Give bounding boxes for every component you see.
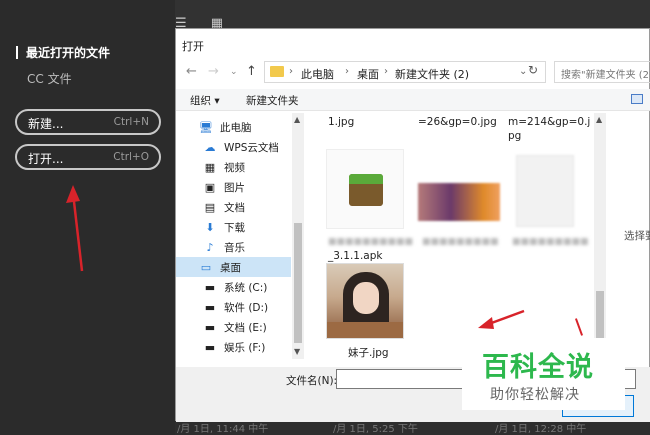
nav-item-desktop[interactable]: ▭ 桌面	[176, 257, 291, 277]
address-bar[interactable]: › 此电脑 › 桌面 › 新建文件夹 (2) ⌄	[264, 61, 546, 83]
document-file-thumbnail[interactable]	[516, 155, 574, 227]
blurred-file-name: ■■■■■■■■■	[512, 237, 589, 247]
new-button-shortcut: Ctrl+N	[113, 116, 149, 128]
download-icon: ⬇	[205, 221, 215, 234]
nav-scrollbar[interactable]: ▲ ▼	[292, 113, 304, 359]
file-list-scrollbar[interactable]: ▲	[594, 113, 606, 359]
recent-files-link[interactable]: 最近打开的文件	[15, 44, 110, 61]
breadcrumb-desktop[interactable]: 桌面	[357, 66, 379, 82]
red-arrow-annotation	[66, 185, 84, 272]
breadcrumb-new-folder[interactable]: 新建文件夹 (2)	[395, 66, 469, 82]
computer-icon: 🖥	[199, 121, 213, 134]
recent-locations-icon[interactable]: ⌄	[230, 67, 238, 77]
watermark-title: 百科全说	[482, 352, 594, 383]
scroll-up-icon[interactable]: ▲	[596, 115, 602, 124]
documents-icon: ▤	[204, 201, 216, 214]
new-button[interactable]: 新建... Ctrl+N	[15, 109, 161, 135]
refresh-icon[interactable]: ↻	[528, 63, 546, 77]
watermark-subtitle: 助你轻松解决	[490, 387, 580, 403]
desktop-icon: ▭	[200, 261, 212, 274]
drive-icon: ▬	[204, 321, 216, 334]
view-mode-icon[interactable]	[631, 94, 643, 104]
file-name[interactable]: 1.jpg	[328, 116, 354, 128]
new-button-label: 新建...	[28, 117, 64, 131]
filename-label: 文件名(N):	[286, 375, 338, 387]
date-text: /月 1日, 11:44 中午	[177, 424, 269, 435]
start-panel: 最近打开的文件 CC 文件 新建... Ctrl+N 打开... Ctrl+O	[0, 0, 175, 435]
navigation-pane: 🖥 此电脑 ☁ WPS云文档 ▦ 视频 ▣ 图片 ▤ 文档 ⬇ 下载 ♪ 音乐 ▭ 桌面 ▬ 系统…	[176, 113, 304, 359]
chevron-down-icon[interactable]: ⌄	[519, 66, 527, 77]
breadcrumb-this-pc[interactable]: 此电脑	[301, 66, 334, 82]
open-button-label: 打开...	[28, 152, 64, 166]
file-list: 1.jpg =26&gp=0.jpg m=214&gp=0.j pg ■■■■■…	[306, 113, 594, 359]
blurred-file-name: ■■■■■■■■■■	[328, 237, 414, 247]
image-file-thumbnail[interactable]	[418, 183, 500, 221]
scroll-up-icon[interactable]: ▲	[294, 115, 300, 124]
scroll-down-icon[interactable]: ▼	[294, 347, 300, 356]
chevron-right-icon[interactable]: ›	[384, 66, 388, 77]
watermark: 百科全说 助你轻松解决	[462, 338, 625, 410]
drive-icon: ▬	[204, 341, 216, 354]
dialog-toolbar: 组织 ▾ 新建文件夹	[176, 89, 650, 111]
address-row: ← → ⌄ ↑ › 此电脑 › 桌面 › 新建文件夹 (2) ⌄ ↻ 搜索"新建…	[176, 59, 650, 85]
chevron-right-icon[interactable]: ›	[289, 66, 293, 77]
chevron-right-icon[interactable]: ›	[345, 66, 349, 77]
up-icon[interactable]: ↑	[246, 64, 257, 79]
dialog-title: 打开	[176, 29, 649, 57]
pictures-icon: ▣	[204, 181, 216, 194]
selected-image-thumbnail[interactable]	[326, 263, 404, 339]
scrollbar-thumb[interactable]	[294, 223, 302, 343]
file-name[interactable]: m=214&gp=0.j	[508, 116, 590, 128]
new-folder-button[interactable]: 新建文件夹	[246, 93, 299, 108]
preview-hint: 选择要	[624, 230, 650, 242]
date-text: /月 1日, 5:25 下午	[333, 424, 418, 435]
video-icon: ▦	[204, 161, 216, 174]
apk-file-thumbnail[interactable]	[326, 149, 404, 229]
drive-icon: ▬	[204, 301, 216, 314]
search-input[interactable]: 搜索"新建文件夹 (2)"	[554, 61, 650, 83]
file-name[interactable]: 妹子.jpg	[348, 345, 389, 360]
file-name-wrap: pg	[508, 130, 522, 142]
file-name[interactable]: =26&gp=0.jpg	[418, 116, 497, 128]
cc-files-link[interactable]: CC 文件	[27, 70, 72, 87]
folder-icon	[270, 66, 284, 77]
package-lid-icon	[349, 174, 383, 184]
organize-button[interactable]: 组织 ▾	[190, 93, 220, 108]
photo-fence	[327, 322, 403, 338]
cloud-icon: ☁	[204, 141, 216, 154]
photo-face	[353, 282, 379, 314]
open-button[interactable]: 打开... Ctrl+O	[15, 144, 161, 170]
blurred-file-name: ■■■■■■■■■	[422, 237, 499, 247]
red-arrow-annotation	[478, 309, 525, 329]
nav-item-this-pc[interactable]: 🖥 此电脑	[198, 117, 306, 137]
drive-icon: ▬	[204, 281, 216, 294]
back-icon[interactable]: ←	[186, 64, 197, 79]
forward-icon[interactable]: →	[208, 64, 219, 79]
open-button-shortcut: Ctrl+O	[113, 151, 149, 163]
file-name[interactable]: _3.1.1.apk	[328, 250, 382, 262]
music-icon: ♪	[206, 241, 214, 254]
date-text: /月 1日, 12:28 中午	[495, 424, 587, 435]
